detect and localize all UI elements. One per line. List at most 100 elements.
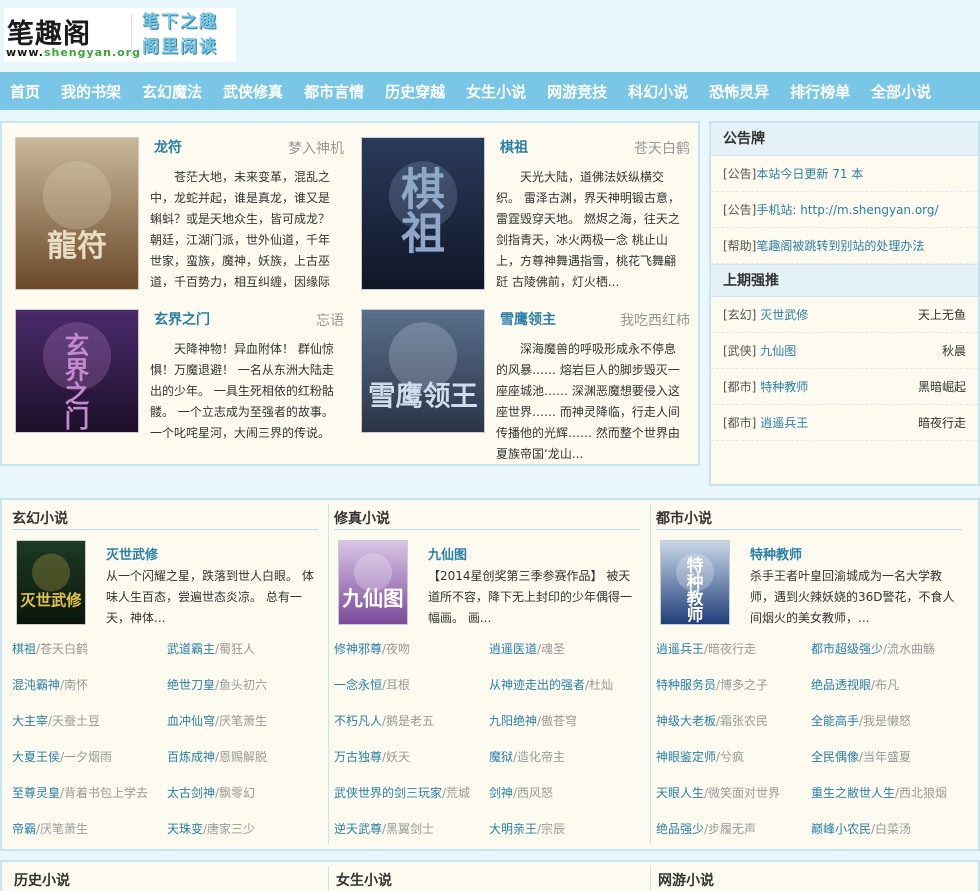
nav-item[interactable]: 玄幻魔法 <box>142 81 202 102</box>
category-top-title[interactable]: 特种教师 <box>750 544 802 563</box>
nav-item[interactable]: 都市言情 <box>304 81 364 102</box>
book-title-link[interactable]: 修神邪尊 <box>334 642 382 656</box>
nav-item[interactable]: 我的书架 <box>61 81 121 102</box>
logo-url-suffix: .org <box>111 46 141 59</box>
cover-title-text: 灭世武修 <box>19 592 82 610</box>
book-title-link[interactable]: 特种服务员 <box>656 678 716 692</box>
category-book-item: 棋祖/苍天白鹤 <box>12 640 88 658</box>
nav-item[interactable]: 武侠修真 <box>223 81 283 102</box>
book-author: /步履无声 <box>704 822 757 836</box>
book-title-link[interactable]: 血冲仙穹 <box>167 714 215 728</box>
book-title-link[interactable]: 天眼人生 <box>656 786 704 800</box>
category-heading: 网游小说 <box>658 873 714 889</box>
book-author: /天蚕土豆 <box>48 714 101 728</box>
book-title-link[interactable]: 万古独尊 <box>334 750 382 764</box>
nav-item[interactable]: 排行榜单 <box>790 81 850 102</box>
nav-item[interactable]: 女生小说 <box>466 81 526 102</box>
category-top-cover[interactable]: 特种教师 <box>660 540 730 625</box>
featured-book-cover[interactable]: 棋祖 <box>361 137 485 290</box>
book-author: /苍天白鹤 <box>36 642 89 656</box>
book-title-link[interactable]: 一念永恒 <box>334 678 382 692</box>
featured-book-title[interactable]: 玄界之门 <box>154 309 210 329</box>
main-nav: 首页 我的书架 玄幻魔法 武侠修真 都市言情 历史穿越 女生小说 网游竞技 科幻小说 恐怖灵异 排行… <box>0 72 980 110</box>
nav-item[interactable]: 恐怖灵异 <box>709 81 769 102</box>
category-top-title[interactable]: 灭世武修 <box>106 544 158 563</box>
book-title-link[interactable]: 绝品强少 <box>656 822 704 836</box>
book-author: /妖天 <box>382 750 411 764</box>
book-title-link[interactable]: 神眼鉴定师 <box>656 750 716 764</box>
book-author: /厌笔萧生 <box>215 714 268 728</box>
book-title-link[interactable]: 全民偶像 <box>811 750 859 764</box>
category-book-item: 绝品强少/步履无声 <box>656 820 756 838</box>
recommend-title-link[interactable]: 九仙图 <box>756 344 796 358</box>
category-book-item: 血冲仙穹/厌笔萧生 <box>167 712 267 730</box>
book-title-link[interactable]: 绝品透视眼 <box>811 678 871 692</box>
last-period-heading: 上期强推 <box>711 264 978 297</box>
book-cover-image: 龍符 <box>16 138 138 289</box>
book-title-link[interactable]: 不朽凡人 <box>334 714 382 728</box>
book-title-link[interactable]: 武道霸主 <box>167 642 215 656</box>
category-top-cover[interactable]: 灭世武修 <box>16 540 86 625</box>
category-heading: 都市小说 <box>656 508 962 530</box>
nav-item[interactable]: 历史穿越 <box>385 81 445 102</box>
book-title-link[interactable]: 巅峰小农民 <box>811 822 871 836</box>
book-title-link[interactable]: 逍遥兵王 <box>656 642 704 656</box>
category-top-title[interactable]: 九仙图 <box>428 544 467 563</box>
book-title-link[interactable]: 神级大老板 <box>656 714 716 728</box>
category-book-item: 绝世刀皇/鱼头初六 <box>167 676 267 694</box>
notice-link[interactable]: 本站今日更新 71 本 <box>756 167 863 181</box>
book-title-link[interactable]: 至尊灵皇 <box>12 786 60 800</box>
featured-book-cover[interactable]: 雪鹰领王 <box>361 309 485 433</box>
site-logo[interactable]: 笔趣阁 www.shengyan.org 笔下之趣 阁里阅读 <box>4 8 236 62</box>
notice-link[interactable]: 手机站: http://m.shengyan.org/ <box>756 203 938 217</box>
book-title-link[interactable]: 天珠变 <box>167 822 203 836</box>
book-title-link[interactable]: 从神迹走出的强者 <box>489 678 585 692</box>
category-top-cover[interactable]: 九仙图 <box>338 540 408 625</box>
category-book-item: 都市超级强少/流水曲觞 <box>811 640 935 658</box>
book-title-link[interactable]: 剑神 <box>489 786 513 800</box>
book-title-link[interactable]: 棋祖 <box>12 642 36 656</box>
nav-item[interactable]: 科幻小说 <box>628 81 688 102</box>
book-title-link[interactable]: 全能高手 <box>811 714 859 728</box>
notice-item: [公告]本站今日更新 71 本 <box>711 156 978 192</box>
book-title-link[interactable]: 大夏王侯 <box>12 750 60 764</box>
featured-book: 玄界之门 玄界之门 忘语 天降神物！异血附体！ 群仙惊惧！万魔退避！ 一名从东洲大陆走… <box>2 295 344 455</box>
recommend-title-link[interactable]: 灭世武修 <box>756 308 808 322</box>
category-book-item: 不朽凡人/鹅是老五 <box>334 712 434 730</box>
featured-books-panel: 龍符 龙符 梦入神机 苍茫大地，未来变革，混乱之中，龙蛇并起，谁是真龙，谁又是蝌蚪？或… <box>0 121 700 466</box>
book-title-link[interactable]: 大明亲王 <box>489 822 537 836</box>
book-title-link[interactable]: 都市超级强少 <box>811 642 883 656</box>
featured-book-cover[interactable]: 龍符 <box>15 137 139 290</box>
book-title-link[interactable]: 逍遥医道 <box>489 642 537 656</box>
book-title-link[interactable]: 绝世刀皇 <box>167 678 215 692</box>
book-title-link[interactable]: 太古剑神 <box>167 786 215 800</box>
book-title-link[interactable]: 九阳绝神 <box>489 714 537 728</box>
book-author: /暗夜行走 <box>704 642 757 656</box>
category-column: 修真小说 九仙图 九仙图 【2014星创奖第三季参赛作品】 被天道所不容，降下无上封印… <box>324 500 644 849</box>
book-title-link[interactable]: 帝霸 <box>12 822 36 836</box>
recommend-item: [武侠] 九仙图 秋晨 <box>711 333 978 369</box>
featured-book-title[interactable]: 龙符 <box>154 137 182 157</box>
recommend-title-link[interactable]: 特种教师 <box>756 380 808 394</box>
category-book-item: 从神迹走出的强者/杜灿 <box>489 676 613 694</box>
nav-item[interactable]: 网游竞技 <box>547 81 607 102</box>
featured-book-cover[interactable]: 玄界之门 <box>15 309 139 433</box>
book-title-link[interactable]: 魔狱 <box>489 750 513 764</box>
book-cover-image: 特种教师 <box>661 541 729 624</box>
book-author: /背着书包上学去 <box>60 786 149 800</box>
book-title-link[interactable]: 武侠世界的剑三玩家 <box>334 786 442 800</box>
book-title-link[interactable]: 重生之敝世人生 <box>811 786 895 800</box>
category-heading: 修真小说 <box>334 508 640 530</box>
featured-book-title[interactable]: 雪鹰领主 <box>500 309 556 329</box>
recommend-title-link[interactable]: 逍遥兵王 <box>756 416 808 430</box>
nav-item[interactable]: 首页 <box>10 81 40 102</box>
category-book-item: 神级大老板/霜张农民 <box>656 712 768 730</box>
nav-item[interactable]: 全部小说 <box>871 81 931 102</box>
notice-link[interactable]: 笔趣阁被跳转到别站的处理办法 <box>756 239 924 253</box>
book-title-link[interactable]: 混沌霸神 <box>12 678 60 692</box>
book-title-link[interactable]: 大主宰 <box>12 714 48 728</box>
featured-book-description: 天光大陆，道佛法妖纵横交织。 雷泽古渊，界天神明锻古意，雷霆毁穿天地。 燃烬之海… <box>496 170 680 287</box>
book-title-link[interactable]: 逆天武尊 <box>334 822 382 836</box>
book-title-link[interactable]: 百炼成神 <box>167 750 215 764</box>
featured-book-title[interactable]: 棋祖 <box>500 137 528 157</box>
